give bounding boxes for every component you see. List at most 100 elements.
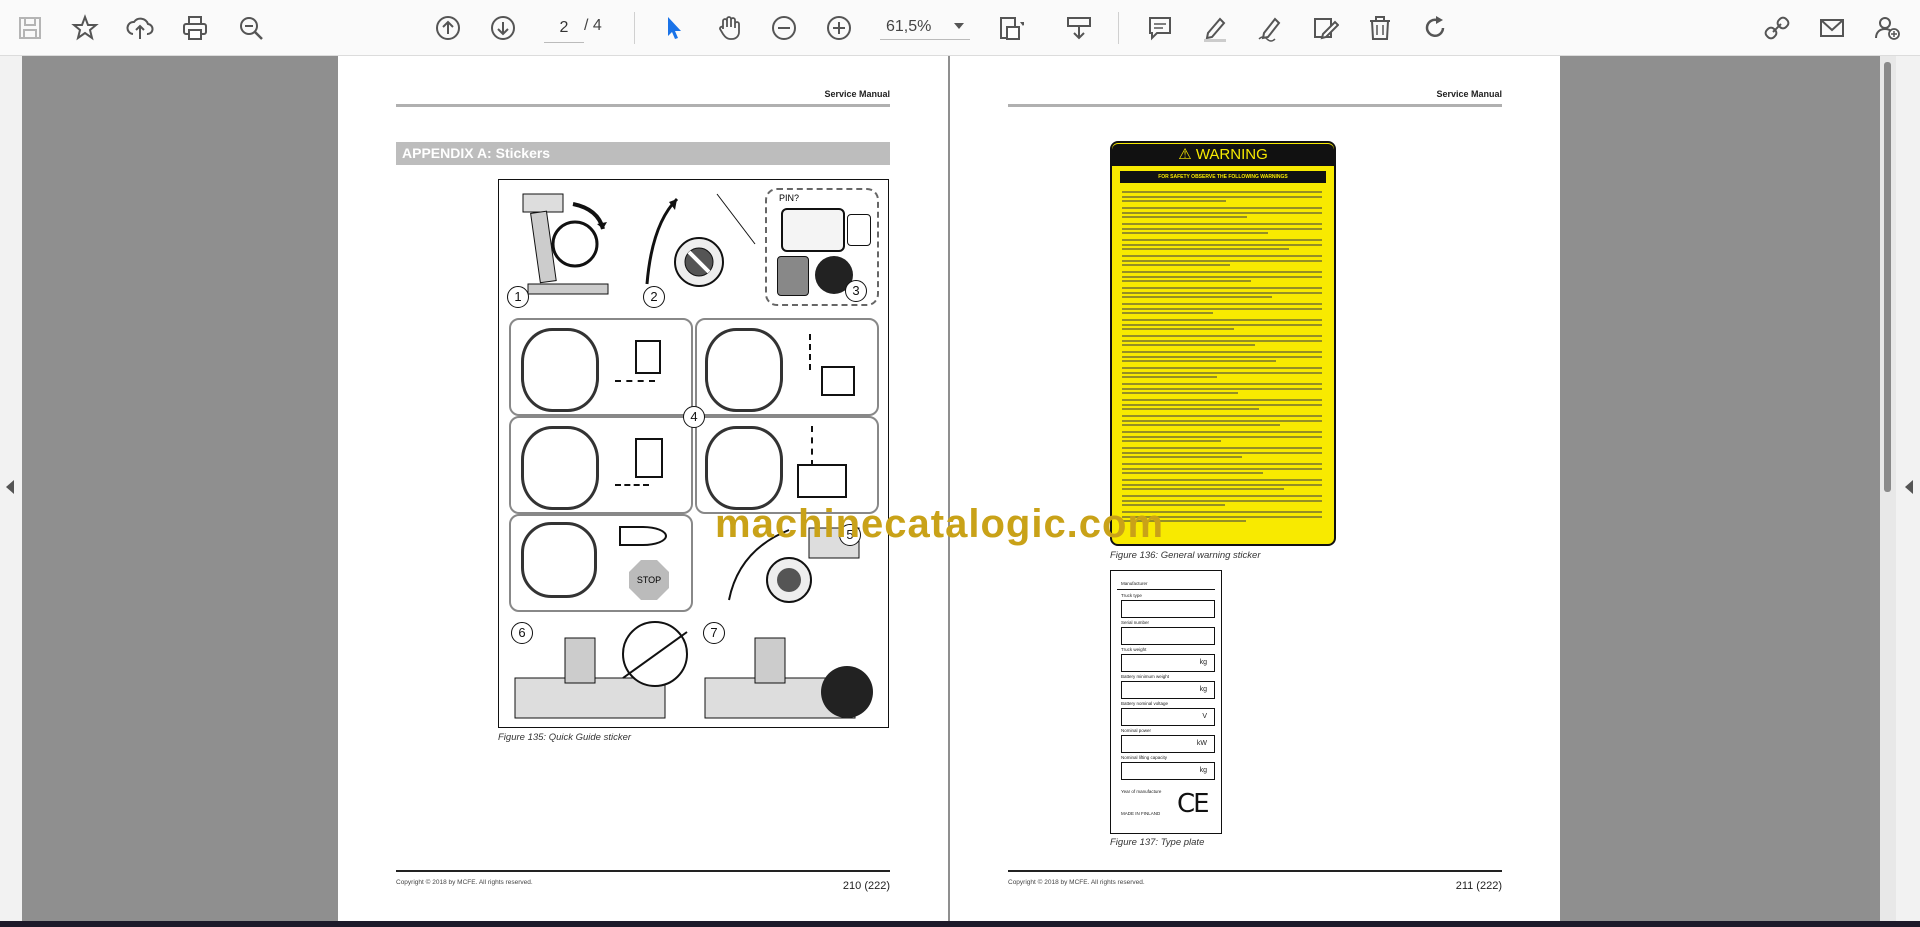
page-fit-icon[interactable]	[992, 10, 1028, 46]
pdf-page-210: Service Manual APPENDIX A: Stickers 1 2 …	[338, 56, 948, 921]
comment-icon[interactable]	[1142, 10, 1178, 46]
warning-title: ⚠ WARNING	[1112, 144, 1334, 166]
type-plate-caption: Figure 137: Type plate	[1110, 837, 1205, 848]
tiller-illustration	[521, 522, 597, 598]
select-cursor-icon[interactable]	[656, 10, 692, 46]
page-number-input[interactable]	[544, 14, 584, 43]
type-plate-field-unit: kg	[1199, 659, 1207, 666]
warning-text-line	[1122, 351, 1322, 353]
warning-text-line	[1122, 239, 1322, 241]
warning-text-line	[1122, 248, 1289, 250]
warning-text-line	[1122, 451, 1322, 454]
fork-illustration	[821, 366, 855, 396]
scroll-mode-icon[interactable]	[1061, 10, 1097, 46]
warning-title-text: WARNING	[1195, 146, 1268, 163]
horn-icon	[619, 526, 667, 546]
warning-text-line	[1122, 371, 1322, 374]
year-label: Year of manufacture	[1121, 789, 1162, 794]
zoom-out-icon[interactable]	[766, 10, 802, 46]
footer-rule	[1008, 870, 1502, 872]
bookmark-star-icon[interactable]	[67, 10, 103, 46]
zoom-select[interactable]: 61,5%	[880, 14, 970, 40]
warning-text-line	[1122, 435, 1322, 438]
warning-text-line	[1122, 207, 1322, 209]
type-plate-field-label: Nominal power	[1121, 728, 1152, 733]
warning-text-line	[1122, 483, 1322, 486]
type-plate-field-unit: kg	[1199, 686, 1207, 693]
warning-text-line	[1122, 223, 1322, 225]
stop-sign: STOP	[629, 560, 669, 600]
warning-text-line	[1122, 259, 1322, 262]
chevron-down-icon	[954, 23, 964, 29]
type-plate-field-label: Serial number	[1121, 620, 1150, 625]
previous-page-icon[interactable]	[430, 10, 466, 46]
sticker-step-2: 2	[643, 286, 665, 308]
footer-rule	[396, 870, 890, 872]
copyright-text: Copyright © 2018 by MCFE. All rights res…	[1008, 879, 1145, 886]
made-in-label: MADE IN FINLAND	[1121, 811, 1161, 816]
highlight-pen-icon[interactable]	[1197, 10, 1233, 46]
type-plate-field-label: Truck weight	[1121, 647, 1147, 652]
type-plate-field-box	[1121, 627, 1215, 645]
reverse-arrow	[615, 484, 649, 486]
share-link-icon[interactable]	[1759, 10, 1795, 46]
zoom-in-icon[interactable]	[821, 10, 857, 46]
sticker-step-1: 1	[507, 286, 529, 308]
warning-text-line	[1122, 319, 1322, 321]
delete-trash-icon[interactable]	[1362, 10, 1398, 46]
general-warning-sticker: ⚠ WARNING FOR SAFETY OBSERVE THE FOLLOWI…	[1110, 141, 1336, 546]
scrollbar-thumb[interactable]	[1884, 62, 1891, 492]
rotate-icon[interactable]	[1417, 10, 1453, 46]
warning-text-line	[1122, 399, 1322, 401]
warning-text-line	[1122, 312, 1213, 314]
fork-illustration	[635, 340, 661, 374]
warning-text-line	[1122, 447, 1322, 449]
warning-text-line	[1122, 211, 1322, 214]
warning-text-line	[1122, 339, 1322, 342]
type-plate-field-label: Nominal lifting capacity	[1121, 755, 1168, 760]
sign-icon[interactable]	[1307, 10, 1343, 46]
warning-text-line	[1122, 440, 1221, 442]
warning-text-line	[1122, 307, 1322, 310]
quick-guide-sticker-figure: 1 2 PIN? 3 4 STOP 5 6 7	[498, 179, 889, 728]
expand-left-panel-icon[interactable]	[6, 480, 14, 494]
save-icon[interactable]	[12, 10, 48, 46]
warning-text-line	[1122, 296, 1272, 298]
warning-text-line	[1122, 467, 1322, 470]
tiller-illustration	[705, 426, 783, 510]
zoom-search-icon[interactable]	[233, 10, 269, 46]
warning-triangle-icon: ⚠	[1178, 146, 1196, 163]
warning-text-line	[1122, 376, 1217, 378]
warning-text-line	[1122, 200, 1226, 202]
warning-text-line	[1122, 303, 1322, 305]
tiller-illustration	[521, 328, 599, 412]
warning-text-line	[1122, 472, 1263, 474]
warning-text-line	[1122, 243, 1322, 246]
warning-text-line	[1122, 335, 1322, 337]
lower-arrow	[811, 426, 813, 466]
email-icon[interactable]	[1814, 10, 1850, 46]
type-plate: Manufacturer Truck type Serial number Truc…	[1110, 570, 1222, 834]
sticker-step-7: 7	[703, 622, 725, 644]
warning-text-line	[1122, 488, 1284, 490]
expand-right-panel-icon[interactable]	[1905, 480, 1913, 494]
print-icon[interactable]	[177, 10, 213, 46]
type-plate-field-unit: V	[1202, 713, 1207, 720]
warning-text-line	[1122, 408, 1259, 410]
warning-text-line	[1122, 387, 1322, 390]
taskbar-edge	[0, 921, 1920, 927]
type-plate-field-label: Battery minimum weight	[1121, 674, 1170, 679]
type-plate-field-box	[1121, 708, 1215, 726]
fork-illustration	[797, 464, 847, 498]
sticker-panel-tiller-lift	[695, 318, 879, 416]
draw-icon[interactable]	[1252, 10, 1288, 46]
tiller-illustration	[705, 328, 783, 412]
next-page-icon[interactable]	[485, 10, 521, 46]
warning-text-line	[1122, 323, 1322, 326]
cloud-upload-icon[interactable]	[122, 10, 158, 46]
warning-text-line	[1122, 280, 1251, 282]
display-illustration	[781, 208, 845, 252]
add-user-icon[interactable]	[1869, 10, 1905, 46]
hand-tool-icon[interactable]	[711, 10, 747, 46]
warning-text-line	[1122, 403, 1322, 406]
